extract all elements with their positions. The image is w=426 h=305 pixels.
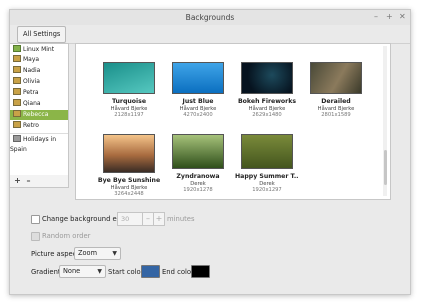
folder-icon	[13, 77, 21, 84]
wallpaper-dimensions: 1920x1297	[252, 187, 282, 193]
all-settings-button[interactable]: All Settings	[17, 26, 67, 43]
chevron-down-icon: ▼	[112, 250, 117, 257]
wallpaper-item[interactable]: Turquoise Håvard Bjerke 2128x1197	[97, 62, 161, 118]
wallpaper-item[interactable]: Zyndranowa Derek 1920x1278	[166, 134, 230, 193]
wallpaper-dimensions: 3264x2448	[114, 191, 144, 197]
increment-button[interactable]: +	[153, 213, 164, 225]
start-color-label: Start color	[108, 268, 144, 276]
sidebar-item-label: Nadia	[23, 67, 41, 74]
folder-mint-icon	[13, 45, 21, 52]
gradient-value: None	[63, 267, 81, 275]
gradient-dropdown[interactable]: None ▼	[59, 265, 106, 278]
wallpaper-item[interactable]: Bye Bye Sunshine Håvard Bjerke 3264x2448	[97, 134, 161, 197]
minutes-label: minutes	[167, 215, 195, 223]
wallpaper-dimensions: 4270x2400	[183, 112, 213, 118]
folder-icon	[13, 55, 21, 62]
wallpaper-thumbnail	[172, 62, 224, 94]
sidebar-item-label: Olivia	[23, 78, 40, 85]
folder-icon	[13, 88, 21, 95]
wallpaper-thumbnail	[241, 62, 293, 94]
picture-aspect-label: Picture aspect	[31, 250, 80, 258]
wallpaper-thumbnail	[310, 62, 362, 94]
end-color-label: End color	[162, 268, 194, 276]
wallpaper-name: Just Blue	[182, 98, 214, 105]
collection-sidebar: Linux Mint Maya Nadia Olivia Petra Qiana…	[9, 43, 69, 177]
remove-folder-button[interactable]: –	[24, 176, 33, 185]
sidebar-item-retro[interactable]: Retro	[10, 121, 68, 131]
sidebar-item-maya[interactable]: Maya	[10, 55, 68, 65]
window-title: Backgrounds	[185, 13, 235, 22]
sidebar-item-qiana[interactable]: Qiana	[10, 99, 68, 109]
sidebar-item-label: Retro	[23, 122, 39, 129]
sidebar-item-petra[interactable]: Petra	[10, 88, 68, 98]
end-color-button[interactable]	[191, 265, 210, 278]
wallpaper-dimensions: 2801x1589	[321, 112, 351, 118]
start-color-button[interactable]	[141, 265, 160, 278]
sidebar-item-label: Qiana	[23, 100, 41, 107]
sidebar-item-holidays-in-spain[interactable]: Holidays in Spain	[10, 135, 68, 153]
folder-icon	[13, 66, 21, 73]
wallpaper-dimensions: 1920x1278	[183, 187, 213, 193]
wallpaper-thumbnail	[172, 134, 224, 169]
picture-aspect-dropdown[interactable]: Zoom ▼	[74, 247, 121, 260]
gradient-label: Gradient	[31, 268, 61, 276]
interval-spinner[interactable]: 30 – +	[117, 212, 165, 226]
wallpaper-grid: Turquoise Håvard Bjerke 2128x1197 Just B…	[75, 43, 391, 200]
change-background-checkbox[interactable]	[31, 215, 40, 224]
wallpaper-name: Zyndranowa	[176, 173, 220, 180]
sidebar-divider	[10, 133, 68, 134]
wallpaper-name: Bye Bye Sunshine	[97, 177, 161, 184]
wallpaper-name: Bokeh Fireworks	[237, 98, 297, 105]
wallpaper-name: Happy Summer T...	[235, 173, 299, 180]
sidebar-item-olivia[interactable]: Olivia	[10, 77, 68, 87]
close-icon[interactable]: ✕	[399, 12, 406, 21]
wallpaper-thumbnail	[103, 134, 155, 173]
wallpaper-dimensions: 2128x1197	[114, 112, 144, 118]
grid-scrollbar-thumb[interactable]	[384, 150, 387, 185]
sidebar-item-label: Rebecca	[23, 111, 49, 118]
wallpaper-name: Turquoise	[111, 98, 147, 105]
sidebar-item-rebecca[interactable]: Rebecca	[10, 110, 68, 120]
wallpaper-name: Derailed	[321, 98, 351, 105]
sidebar-toolbar: + –	[9, 175, 69, 188]
sidebar-item-label: Petra	[23, 89, 39, 96]
sidebar-item-nadia[interactable]: Nadia	[10, 66, 68, 76]
interval-value: 30	[121, 215, 130, 223]
random-order-checkbox[interactable]	[31, 232, 40, 241]
sidebar-item-label: Maya	[23, 56, 40, 63]
wallpaper-item[interactable]: Happy Summer T... Derek 1920x1297	[235, 134, 299, 193]
random-order-label: Random order	[42, 232, 91, 240]
maximize-icon[interactable]: +	[386, 12, 393, 21]
wallpaper-thumbnail	[241, 134, 293, 169]
picture-folder-icon	[13, 135, 21, 142]
folder-icon	[13, 121, 21, 128]
wallpaper-item[interactable]: Derailed Håvard Bjerke 2801x1589	[304, 62, 368, 118]
wallpaper-dimensions: 2629x1480	[252, 112, 282, 118]
wallpaper-item[interactable]: Bokeh Fireworks Håvard Bjerke 2629x1480	[235, 62, 299, 118]
sidebar-item-linux-mint[interactable]: Linux Mint	[10, 45, 68, 55]
decrement-button[interactable]: –	[142, 213, 153, 225]
chevron-down-icon: ▼	[97, 268, 102, 275]
add-folder-button[interactable]: +	[13, 176, 22, 185]
wallpaper-item[interactable]: Just Blue Håvard Bjerke 4270x2400	[166, 62, 230, 118]
title-bar: Backgrounds – + ✕	[10, 10, 410, 25]
wallpaper-thumbnail	[103, 62, 155, 94]
sidebar-item-label: Linux Mint	[23, 46, 55, 53]
folder-icon	[13, 99, 21, 106]
picture-aspect-value: Zoom	[78, 249, 98, 257]
minimize-icon[interactable]: –	[374, 12, 378, 21]
folder-icon	[13, 110, 21, 117]
